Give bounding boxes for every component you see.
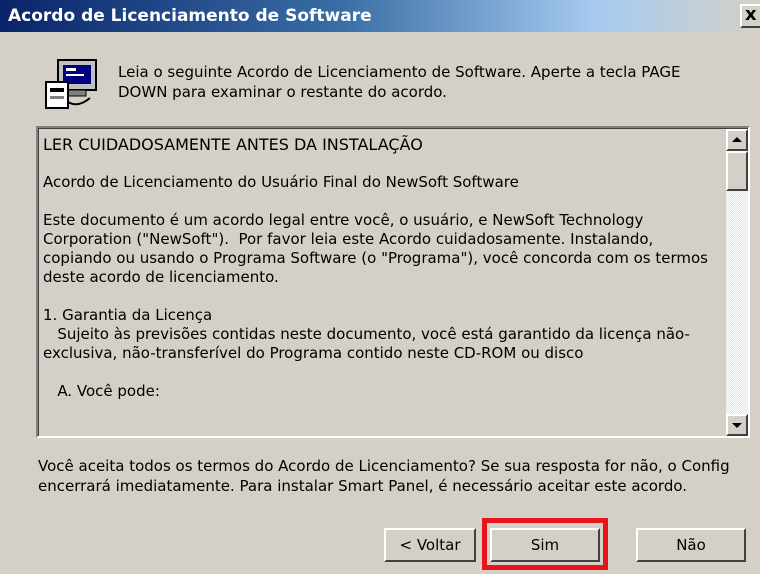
accept-question: Você aceita todos os termos do Acordo de… (38, 457, 730, 495)
arrow-up-icon (732, 137, 742, 142)
license-paragraph: A. Você pode: (43, 382, 160, 400)
no-button[interactable]: Não (636, 528, 746, 562)
close-button[interactable]: x (740, 4, 760, 28)
license-viewport: LER CUIDADOSAMENTE ANTES DA INSTALAÇÃO A… (38, 128, 748, 436)
vertical-scrollbar[interactable] (726, 129, 748, 436)
title-bar: Acordo de Licenciamento de Software x (0, 0, 760, 32)
license-heading: LER CUIDADOSAMENTE ANTES DA INSTALAÇÃO (43, 135, 423, 154)
back-button[interactable]: < Voltar (384, 528, 476, 562)
license-text-box[interactable]: LER CUIDADOSAMENTE ANTES DA INSTALAÇÃO A… (36, 126, 750, 438)
license-paragraph: 1. Garantia da Licença Sujeito às previs… (43, 306, 690, 362)
scroll-thumb[interactable] (726, 151, 748, 191)
scroll-down-button[interactable] (726, 414, 748, 436)
scroll-up-button[interactable] (726, 129, 748, 151)
arrow-down-icon (732, 423, 742, 428)
close-icon: x (745, 4, 757, 25)
intro-text: Leia o seguinte Acordo de Licenciamento … (118, 63, 681, 101)
license-paragraph: Este documento é um acordo legal entre v… (43, 211, 713, 286)
license-content: LER CUIDADOSAMENTE ANTES DA INSTALAÇÃO A… (43, 135, 719, 420)
license-dialog: Acordo de Licenciamento de Software x Le… (0, 0, 760, 574)
license-paragraph: Acordo de Licenciamento do Usuário Final… (43, 173, 519, 191)
setup-computer-icon (45, 59, 97, 109)
yes-button[interactable]: Sim (490, 528, 600, 562)
window-title: Acordo de Licenciamento de Software (8, 6, 372, 26)
